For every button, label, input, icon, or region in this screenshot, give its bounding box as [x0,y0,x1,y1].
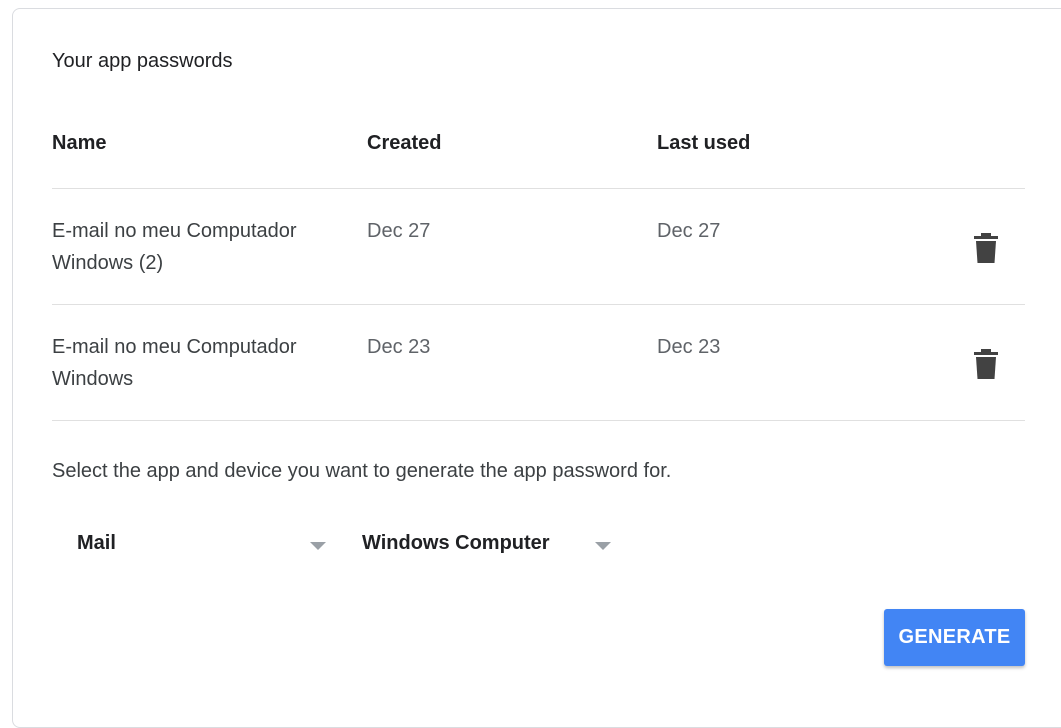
trash-icon[interactable] [974,233,998,263]
select-app-dropdown[interactable]: Mail [77,528,337,562]
last-used-date: Dec 27 [657,220,721,242]
generate-instruction: Select the app and device you want to ge… [52,460,672,482]
chevron-down-icon [310,542,326,550]
section-title: Your app passwords [52,50,233,72]
password-name: E-mail no meu Computador Windows (2) [52,220,297,274]
header-last-used: Last used [657,132,751,154]
table-row: E-mail no meu Computador Windows (2) Dec… [52,189,1025,305]
trash-icon[interactable] [974,349,998,379]
select-device-value: Windows Computer [362,532,550,554]
created-date: Dec 23 [367,336,431,358]
select-device-dropdown[interactable]: Windows Computer [362,528,622,562]
password-name: E-mail no meu Computador Windows [52,336,297,390]
chevron-down-icon [595,542,611,550]
table-row: E-mail no meu Computador Windows Dec 23 … [52,305,1025,421]
generate-button[interactable]: GENERATE [884,609,1025,666]
table-header: Name Created Last used [52,120,1025,189]
app-passwords-table: Name Created Last used E-mail no meu Com… [52,120,1025,421]
created-date: Dec 27 [367,220,431,242]
last-used-date: Dec 23 [657,336,721,358]
header-name: Name [52,132,107,154]
header-created: Created [367,132,442,154]
select-app-value: Mail [77,532,116,554]
